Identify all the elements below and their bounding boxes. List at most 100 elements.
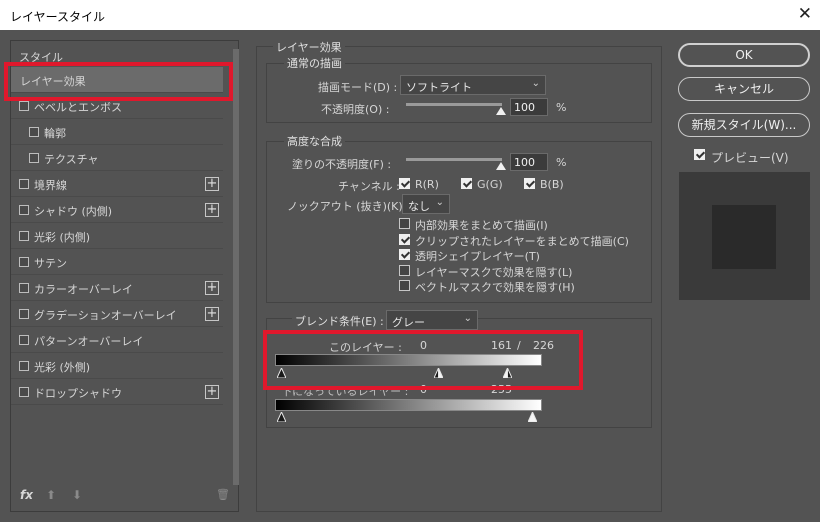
advanced-option-label[interactable]: 透明シェイプレイヤー(T)	[415, 248, 540, 264]
style-item[interactable]: 光彩 (外側)	[11, 353, 223, 379]
advanced-option-checkbox[interactable]	[399, 234, 410, 245]
move-up-icon[interactable]: ⬆	[46, 488, 56, 502]
blend-mode-label: 描画モード(D) :	[318, 81, 398, 94]
channel-b-checkbox[interactable]	[524, 178, 535, 189]
style-item-label: サテン	[34, 257, 67, 270]
style-item[interactable]: シャドウ (内側) +	[11, 197, 223, 223]
opacity-input[interactable]: 100	[510, 98, 548, 116]
advanced-blending-title: 高度な合成	[284, 133, 345, 149]
style-item-checkbox[interactable]	[19, 205, 29, 215]
style-item[interactable]: カラーオーバーレイ +	[11, 275, 223, 301]
style-list-scrollbar[interactable]	[233, 49, 239, 485]
preview-label[interactable]: プレビュー(V)	[711, 149, 789, 166]
style-item[interactable]: グラデーションオーバーレイ +	[11, 301, 223, 327]
add-effect-icon[interactable]: +	[205, 281, 219, 295]
style-item-label: パターンオーバーレイ	[34, 335, 144, 348]
style-item-label: ドロップシャドウ	[34, 387, 122, 400]
style-item-checkbox[interactable]	[29, 153, 39, 163]
style-item[interactable]: 光彩 (内側)	[11, 223, 223, 249]
style-list: スタイル レイヤー効果 ベベルとエンボス 輪郭 テクスチャ 境界線 + シャドウ (内側) +…	[10, 40, 239, 512]
advanced-option-label[interactable]: クリップされたレイヤーをまとめて描画(C)	[415, 233, 629, 249]
highlight-box-this-layer	[263, 330, 583, 390]
style-item-label: シャドウ (内側)	[34, 205, 113, 218]
knockout-label: ノックアウト (抜き)(K) :	[287, 200, 410, 213]
knockout-value: なし	[408, 200, 430, 213]
channels-label: チャンネル :	[338, 180, 400, 193]
style-item-checkbox[interactable]	[19, 335, 29, 345]
style-preview	[679, 172, 810, 300]
style-item-label: 境界線	[34, 179, 67, 192]
normal-blending-title: 通常の描画	[284, 55, 345, 71]
style-item[interactable]: ドロップシャドウ +	[11, 379, 223, 405]
channel-g-checkbox[interactable]	[461, 178, 472, 189]
fill-opacity-slider[interactable]	[406, 158, 502, 161]
style-item-checkbox[interactable]	[19, 231, 29, 241]
blend-mode-value: ソフトライト	[406, 81, 472, 94]
channel-r-checkbox[interactable]	[399, 178, 410, 189]
blend-if-select[interactable]: グレー ⌄	[386, 310, 478, 330]
underlying-black-slider[interactable]	[277, 412, 286, 422]
advanced-option-checkbox[interactable]	[399, 280, 410, 291]
channel-r-label[interactable]: R(R)	[415, 178, 439, 191]
advanced-option-label[interactable]: ベクトルマスクで効果を隠す(H)	[415, 279, 575, 295]
opacity-label: 不透明度(O) :	[321, 103, 390, 116]
highlight-box-selected-style	[4, 62, 233, 101]
blend-mode-select[interactable]: ソフトライト ⌄	[400, 75, 546, 95]
layer-effects-title: レイヤー効果	[273, 39, 345, 55]
underlying-layer-gradient	[275, 399, 542, 411]
title-bar: レイヤースタイル ✕	[0, 0, 820, 30]
style-item[interactable]: サテン	[11, 249, 223, 275]
style-item-checkbox[interactable]	[19, 179, 29, 189]
move-down-icon[interactable]: ⬇	[72, 488, 82, 502]
trash-icon[interactable]: 🗑	[216, 488, 230, 501]
chevron-down-icon: ⌄	[435, 197, 444, 208]
channel-g-label[interactable]: G(G)	[477, 178, 503, 191]
advanced-option-checkbox[interactable]	[399, 249, 410, 260]
underlying-white-slider[interactable]	[528, 412, 537, 422]
style-item-label: ベベルとエンボス	[34, 101, 122, 114]
style-item[interactable]: 境界線 +	[11, 171, 223, 197]
advanced-option-label[interactable]: 内部効果をまとめて描画(I)	[415, 217, 548, 233]
blend-if-label: ブレンド条件(E) :	[292, 313, 387, 329]
opacity-slider-thumb[interactable]	[496, 107, 506, 115]
style-item[interactable]: テクスチャ	[11, 145, 223, 171]
style-item-checkbox[interactable]	[19, 309, 29, 319]
advanced-option-label[interactable]: レイヤーマスクで効果を隠す(L)	[415, 264, 572, 280]
fx-icon[interactable]: fx	[20, 488, 33, 502]
fill-opacity-unit: %	[556, 156, 567, 169]
knockout-select[interactable]: なし ⌄	[402, 194, 450, 214]
fill-opacity-input[interactable]: 100	[510, 153, 548, 171]
chevron-down-icon: ⌄	[463, 313, 472, 324]
style-item[interactable]: パターンオーバーレイ	[11, 327, 223, 353]
fill-opacity-label: 塗りの不透明度(F) :	[292, 158, 392, 171]
style-item-label: テクスチャ	[44, 153, 99, 166]
add-effect-icon[interactable]: +	[205, 385, 219, 399]
opacity-slider[interactable]	[406, 103, 502, 106]
style-item-label: 光彩 (内側)	[34, 231, 91, 244]
style-item-checkbox[interactable]	[19, 283, 29, 293]
add-effect-icon[interactable]: +	[205, 307, 219, 321]
style-item-label: カラーオーバーレイ	[34, 283, 133, 296]
channel-b-label[interactable]: B(B)	[540, 178, 564, 191]
new-style-button[interactable]: 新規スタイル(W)...	[678, 113, 810, 137]
advanced-option-checkbox[interactable]	[399, 218, 410, 229]
preview-checkbox[interactable]	[694, 149, 705, 160]
window-title: レイヤースタイル	[10, 10, 106, 24]
fill-opacity-slider-thumb[interactable]	[496, 162, 506, 170]
style-item-label: 光彩 (外側)	[34, 361, 91, 374]
style-item-checkbox[interactable]	[19, 257, 29, 267]
style-item-checkbox[interactable]	[19, 101, 29, 111]
chevron-down-icon: ⌄	[531, 78, 540, 89]
close-icon[interactable]: ✕	[798, 4, 812, 24]
advanced-option-checkbox[interactable]	[399, 265, 410, 276]
style-item-label: 輪郭	[44, 127, 66, 140]
opacity-unit: %	[556, 101, 567, 114]
style-item[interactable]: 輪郭	[11, 119, 223, 145]
cancel-button[interactable]: キャンセル	[678, 77, 810, 101]
style-item-checkbox[interactable]	[19, 387, 29, 397]
ok-button[interactable]: OK	[678, 43, 810, 67]
add-effect-icon[interactable]: +	[205, 203, 219, 217]
style-item-checkbox[interactable]	[29, 127, 39, 137]
add-effect-icon[interactable]: +	[205, 177, 219, 191]
style-item-checkbox[interactable]	[19, 361, 29, 371]
